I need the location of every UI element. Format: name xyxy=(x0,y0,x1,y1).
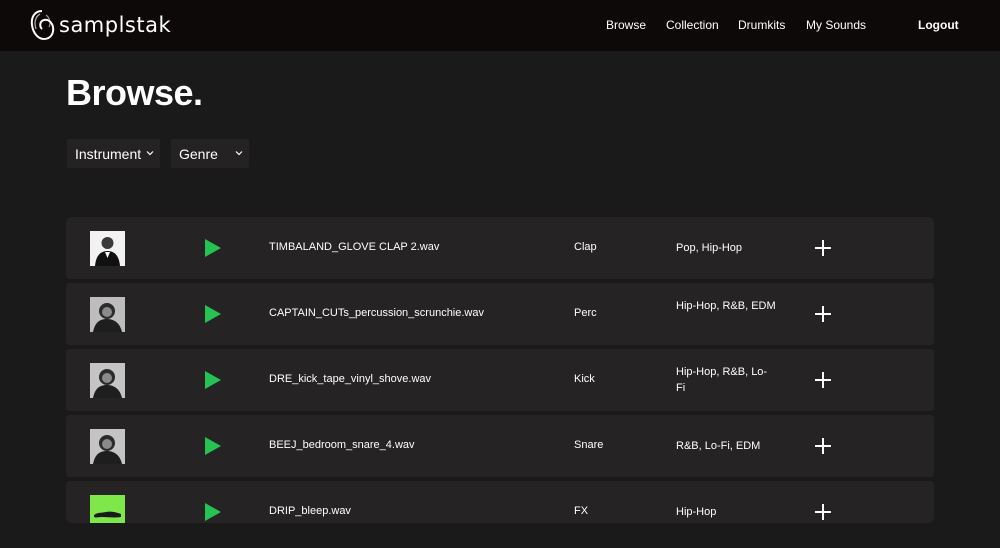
sample-category: Snare xyxy=(574,439,604,451)
sample-category: FX xyxy=(574,505,589,517)
artist-photo-thumbnail[interactable] xyxy=(90,231,125,266)
sample-row: BEEJ_bedroom_snare_4.wav Snare R&B, Lo-F… xyxy=(66,415,934,477)
plus-icon xyxy=(815,306,831,322)
nav-my-sounds[interactable]: My Sounds xyxy=(806,18,866,32)
samplstak-logo-icon xyxy=(30,10,55,41)
add-to-collection-button[interactable] xyxy=(814,371,832,389)
nav-browse[interactable]: Browse xyxy=(606,18,646,32)
sample-category: Kick xyxy=(574,373,595,385)
sample-row: TIMBALAND_GLOVE CLAP 2.wav Clap Pop, Hip… xyxy=(66,217,934,279)
chevron-down-icon xyxy=(235,151,243,156)
plus-icon xyxy=(815,504,831,520)
brand-name: samplstak xyxy=(59,13,172,37)
sample-filename[interactable]: DRE_kick_tape_vinyl_shove.wav xyxy=(269,373,431,385)
play-button[interactable] xyxy=(204,502,222,522)
instrument-filter-dropdown[interactable]: Instrument xyxy=(67,139,160,168)
add-to-collection-button[interactable] xyxy=(814,437,832,455)
add-to-collection-button[interactable] xyxy=(814,503,832,521)
sample-row: DRIP_bleep.wav FX Hip-Hop xyxy=(66,481,934,523)
artist-photo-thumbnail[interactable] xyxy=(90,363,125,398)
play-icon xyxy=(205,503,221,521)
add-to-collection-button[interactable] xyxy=(814,239,832,257)
page-title: Browse. xyxy=(66,72,203,113)
artist-photo-thumbnail[interactable] xyxy=(90,429,125,464)
green-artwork-thumbnail[interactable] xyxy=(90,495,125,523)
play-button[interactable] xyxy=(204,436,222,456)
play-icon xyxy=(205,371,221,389)
sample-row: CAPTAIN_CUTs_percussion_scrunchie.wav Pe… xyxy=(66,283,934,345)
play-button[interactable] xyxy=(204,370,222,390)
play-icon xyxy=(205,239,221,257)
sample-genres: Pop, Hip-Hop xyxy=(676,242,743,254)
sample-category: Perc xyxy=(574,307,597,319)
add-to-collection-button[interactable] xyxy=(814,305,832,323)
sample-filename[interactable]: CAPTAIN_CUTs_percussion_scrunchie.wav xyxy=(269,307,484,319)
nav-logout[interactable]: Logout xyxy=(918,18,959,32)
sample-filename[interactable]: BEEJ_bedroom_snare_4.wav xyxy=(269,439,415,451)
plus-icon xyxy=(815,438,831,454)
sample-filename[interactable]: TIMBALAND_GLOVE CLAP 2.wav xyxy=(269,241,439,253)
play-button[interactable] xyxy=(204,304,222,324)
plus-icon xyxy=(815,240,831,256)
plus-icon xyxy=(815,372,831,388)
play-icon xyxy=(205,437,221,455)
nav-collection[interactable]: Collection xyxy=(666,18,719,32)
genre-filter-dropdown[interactable]: Genre xyxy=(171,139,249,168)
brand[interactable]: samplstak xyxy=(29,8,171,42)
sample-genres: Hip-Hop xyxy=(676,506,717,518)
sample-genres: Hip-Hop, R&B, Lo-Fi xyxy=(676,366,768,394)
sample-list: TIMBALAND_GLOVE CLAP 2.wav Clap Pop, Hip… xyxy=(66,217,934,523)
instrument-filter-label: Instrument xyxy=(75,145,142,162)
top-navbar: samplstak Browse Collection Drumkits My … xyxy=(0,0,1000,51)
sample-genres: Hip-Hop, R&B, EDM xyxy=(676,300,776,312)
sample-category: Clap xyxy=(574,241,597,253)
play-button[interactable] xyxy=(204,238,222,258)
chevron-down-icon xyxy=(146,151,154,156)
nav-drumkits[interactable]: Drumkits xyxy=(738,18,785,32)
genre-filter-label: Genre xyxy=(179,145,218,162)
play-icon xyxy=(205,305,221,323)
artist-photo-thumbnail[interactable] xyxy=(90,297,125,332)
sample-row: DRE_kick_tape_vinyl_shove.wav Kick Hip-H… xyxy=(66,349,934,411)
sample-filename[interactable]: DRIP_bleep.wav xyxy=(269,505,351,517)
sample-genres: R&B, Lo-Fi, EDM xyxy=(676,440,761,452)
